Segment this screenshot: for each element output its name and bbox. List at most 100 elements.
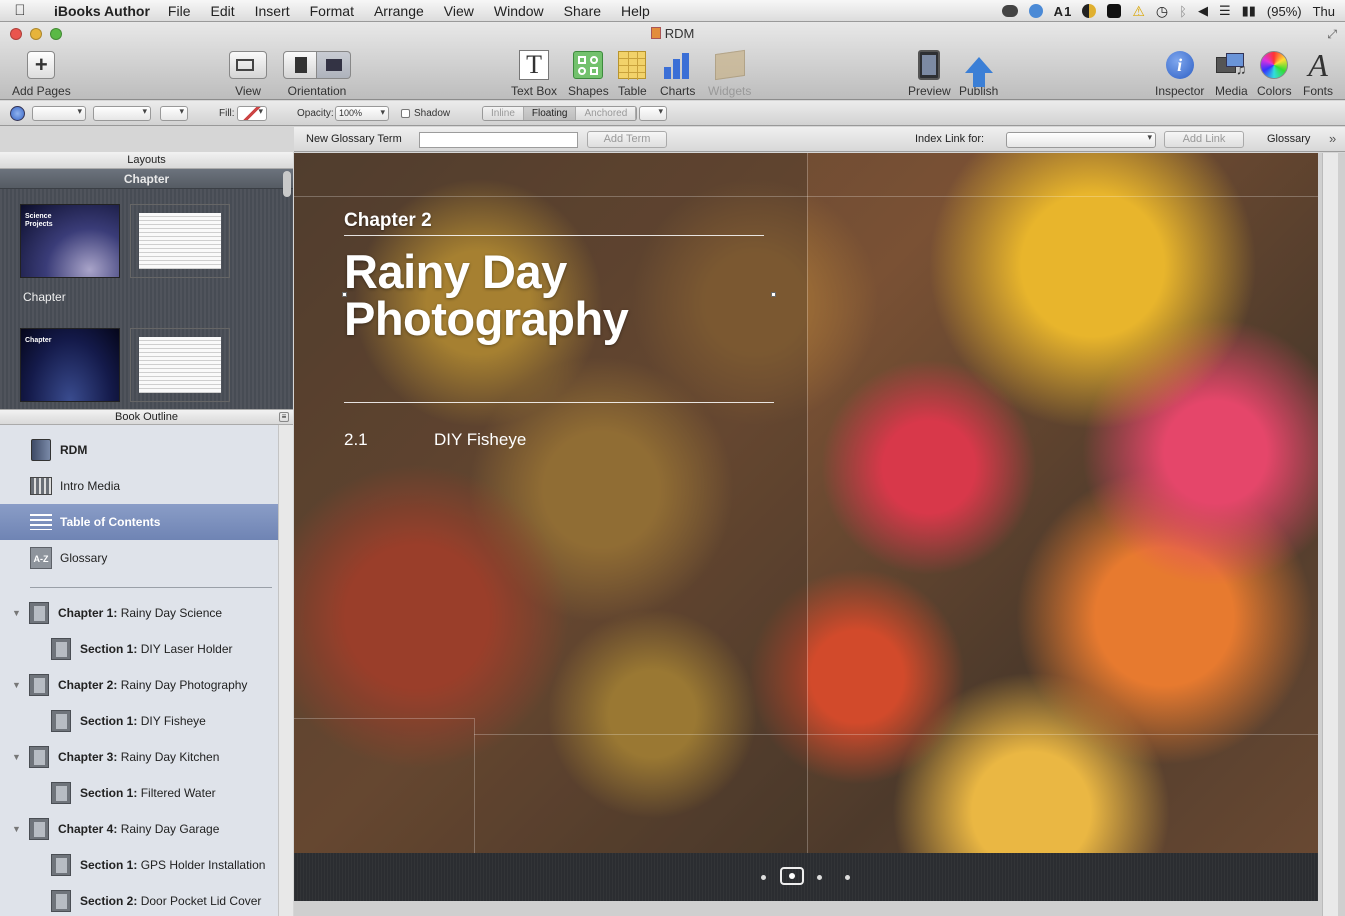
page-dot[interactable] — [817, 875, 822, 880]
view-button[interactable]: View — [229, 48, 267, 98]
outline-chapter-1[interactable]: ▼ Chapter 1: Rainy Day Science — [0, 595, 278, 631]
paragraph-style-select[interactable] — [32, 106, 86, 121]
outline-section-4-1[interactable]: Section 1: GPS Holder Installation — [0, 847, 278, 883]
outline-chapter-4[interactable]: ▼ Chapter 4: Rainy Day Garage — [0, 811, 278, 847]
menu-help[interactable]: Help — [621, 3, 650, 19]
menu-edit[interactable]: Edit — [210, 3, 234, 19]
chat-icon[interactable] — [1001, 5, 1018, 17]
outline-section-4-2[interactable]: Section 2: Door Pocket Lid Cover — [0, 883, 278, 916]
bluetooth-icon[interactable]: ᛒ — [1179, 4, 1187, 19]
menu-share[interactable]: Share — [564, 3, 601, 19]
chapter-title-text[interactable]: Rainy Day Photography — [344, 248, 774, 342]
wifi-icon[interactable]: ☰ — [1219, 3, 1231, 19]
fonts-button[interactable]: A Fonts — [1303, 48, 1333, 98]
volume-icon[interactable]: ◀ — [1198, 3, 1208, 19]
outline-chapter-2[interactable]: ▼ Chapter 2: Rainy Day Photography — [0, 667, 278, 703]
preview-button[interactable]: Preview — [908, 48, 951, 98]
disclosure-triangle-icon[interactable]: ▼ — [12, 752, 24, 762]
chapter-number-label[interactable]: Chapter 2 — [344, 210, 432, 232]
section-prefix: Section 2: — [80, 894, 138, 908]
orientation-control[interactable]: Orientation — [283, 48, 351, 98]
add-pages-button[interactable]: + Add Pages — [12, 48, 71, 98]
layout-thumb-chapter-1-page[interactable] — [130, 204, 230, 278]
menu-insert[interactable]: Insert — [255, 3, 290, 19]
time-machine-icon[interactable]: ◷ — [1156, 3, 1168, 20]
index-link-select[interactable] — [1006, 132, 1156, 148]
adobe-icon[interactable]: A 1 — [1054, 4, 1072, 19]
wrap-anchored-button[interactable]: Anchored — [576, 107, 637, 120]
outline-scrollbar[interactable] — [278, 425, 293, 916]
menu-window[interactable]: Window — [494, 3, 544, 19]
opacity-select[interactable]: 100% — [335, 106, 389, 121]
text-box-button[interactable]: T Text Box — [511, 48, 557, 98]
status-area: A 1 ⚠ ◷ ᛒ ◀ ☰ ▮▮ (95%) Thu — [1001, 0, 1345, 22]
shapes-icon — [573, 51, 604, 79]
wrap-inline-button[interactable]: Inline — [483, 107, 524, 120]
shadow-checkbox[interactable] — [401, 109, 410, 118]
warning-icon[interactable]: ⚠ — [1132, 3, 1145, 20]
selection-handle[interactable] — [342, 292, 347, 297]
outline-item-table-of-contents[interactable]: Table of Contents — [0, 504, 278, 540]
outline-item-glossary[interactable]: A-Z Glossary — [0, 540, 278, 576]
inspector-button[interactable]: i Inspector — [1155, 48, 1204, 98]
glossary-expand-icon[interactable]: » — [1329, 131, 1336, 146]
battery-icon[interactable]: ▮▮ — [1242, 3, 1256, 19]
disclosure-triangle-icon[interactable]: ▼ — [12, 680, 24, 690]
hat-icon[interactable] — [1107, 4, 1122, 18]
book-icon — [30, 439, 52, 461]
chapter-page[interactable]: Chapter 2 Rainy Day Photography 2.1 DIY … — [294, 153, 1318, 901]
page-dot[interactable] — [761, 875, 766, 880]
add-term-button[interactable]: Add Term — [587, 131, 667, 148]
preview-icon — [918, 50, 941, 80]
app-menu[interactable]: iBooks Author — [54, 3, 150, 19]
wrap-options-select[interactable] — [639, 106, 667, 121]
menu-file[interactable]: File — [168, 3, 191, 19]
layouts-scrollbar[interactable] — [283, 171, 291, 197]
stroke-select[interactable] — [160, 106, 188, 121]
widgets-button[interactable]: Widgets — [708, 48, 751, 98]
table-button[interactable]: Table — [618, 48, 647, 98]
landscape-icon[interactable] — [317, 51, 351, 79]
fill-well[interactable] — [237, 106, 267, 121]
selection-handle[interactable] — [771, 292, 776, 297]
fonts-icon: A — [1308, 47, 1328, 83]
sync-icon[interactable] — [1028, 4, 1043, 18]
moon-icon[interactable] — [1082, 4, 1097, 18]
menu-format[interactable]: Format — [310, 3, 354, 19]
canvas-scrollbar[interactable] — [1322, 153, 1338, 916]
page-dot[interactable] — [845, 875, 850, 880]
wrap-floating-button[interactable]: Floating — [523, 107, 577, 120]
toc-entry-title[interactable]: DIY Fisheye — [434, 430, 526, 450]
outline-chapter-3[interactable]: ▼ Chapter 3: Rainy Day Kitchen — [0, 739, 278, 775]
font-size-select[interactable] — [93, 106, 151, 121]
layout-thumb-chapter-2[interactable]: Chapter — [20, 328, 120, 402]
outline-section-3-1[interactable]: Section 1: Filtered Water — [0, 775, 278, 811]
add-link-button[interactable]: Add Link — [1164, 131, 1244, 148]
media-button[interactable]: ♫ Media — [1215, 48, 1248, 98]
outline-resize-icon[interactable]: ≡ — [279, 412, 289, 422]
disclosure-triangle-icon[interactable]: ▼ — [12, 608, 24, 618]
outline-item-rdm[interactable]: RDM — [0, 432, 278, 468]
clock[interactable]: Thu — [1313, 4, 1335, 19]
toc-entry-number[interactable]: 2.1 — [344, 430, 368, 450]
glossary-button[interactable]: Glossary — [1267, 133, 1310, 145]
new-glossary-term-input[interactable] — [419, 132, 578, 148]
menu-view[interactable]: View — [444, 3, 474, 19]
disclosure-triangle-icon[interactable]: ▼ — [12, 824, 24, 834]
publish-button[interactable]: Publish — [959, 48, 998, 98]
portrait-icon[interactable] — [283, 51, 317, 79]
page-dot-active[interactable] — [780, 867, 804, 885]
apple-menu-icon[interactable]:  — [0, 2, 40, 19]
outline-item-intro-media[interactable]: Intro Media — [0, 468, 278, 504]
chapter-title-box[interactable]: Rainy Day Photography — [344, 248, 774, 342]
colors-button[interactable]: Colors — [1257, 48, 1292, 98]
charts-button[interactable]: Charts — [660, 48, 695, 98]
outline-section-1-1[interactable]: Section 1: DIY Laser Holder — [0, 631, 278, 667]
styles-drawer-icon[interactable] — [10, 106, 25, 121]
shapes-button[interactable]: Shapes — [568, 48, 609, 98]
fullscreen-icon[interactable]: ⤢ — [1327, 27, 1337, 42]
layout-thumb-chapter-1[interactable]: Science Projects — [20, 204, 120, 278]
outline-section-2-1[interactable]: Section 1: DIY Fisheye — [0, 703, 278, 739]
menu-arrange[interactable]: Arrange — [374, 3, 424, 19]
layout-thumb-chapter-2-page[interactable] — [130, 328, 230, 402]
